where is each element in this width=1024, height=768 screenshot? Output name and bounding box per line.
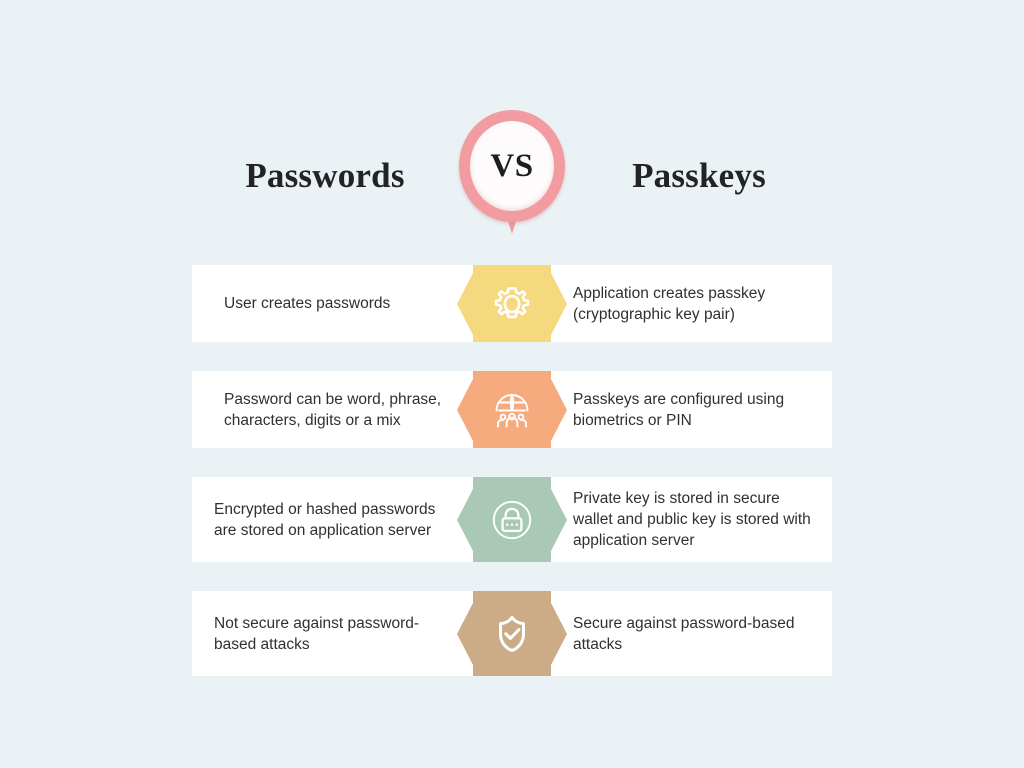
row-right-cell: Private key is stored in secure wallet a… bbox=[551, 477, 832, 562]
row-left-cell: User creates passwords bbox=[192, 265, 473, 342]
row-left-text: Encrypted or hashed passwords are stored… bbox=[214, 500, 436, 539]
vs-badge-label: VS bbox=[470, 121, 554, 211]
row-badge-slot bbox=[457, 591, 567, 676]
row-left-cell: Encrypted or hashed passwords are stored… bbox=[192, 477, 473, 562]
row-right-cell: Secure against password-based attacks bbox=[551, 591, 832, 676]
globe-people-icon bbox=[490, 388, 534, 432]
row-badge-slot bbox=[457, 477, 567, 562]
left-column-title: Passwords bbox=[245, 155, 405, 195]
table-row: User creates passwords Application creat… bbox=[192, 265, 832, 342]
row-badge bbox=[457, 591, 567, 676]
badge-left-notch bbox=[457, 378, 473, 441]
badge-right-arrow bbox=[551, 602, 567, 665]
badge-right-arrow bbox=[551, 272, 567, 335]
shield-check-icon bbox=[490, 612, 534, 656]
row-right-cell: Application creates passkey (cryptograph… bbox=[551, 265, 832, 342]
right-column-title: Passkeys bbox=[632, 155, 766, 195]
table-row: Encrypted or hashed passwords are stored… bbox=[192, 477, 832, 562]
table-row: Not secure against password-based attack… bbox=[192, 591, 832, 676]
row-left-cell: Not secure against password-based attack… bbox=[192, 591, 473, 676]
table-row: Password can be word, phrase, characters… bbox=[192, 371, 832, 448]
row-right-cell: Passkeys are configured using biometrics… bbox=[551, 371, 832, 448]
row-badge bbox=[457, 371, 567, 448]
badge-left-notch bbox=[457, 602, 473, 665]
row-right-text: Application creates passkey (cryptograph… bbox=[573, 284, 766, 323]
badge-left-notch bbox=[457, 272, 473, 335]
row-badge-slot bbox=[457, 265, 567, 342]
row-right-text: Secure against password-based attacks bbox=[573, 614, 795, 653]
comparison-header: Passwords VS Passkeys bbox=[192, 108, 832, 243]
row-badge bbox=[457, 265, 567, 342]
badge-left-notch bbox=[457, 488, 473, 551]
passwords-vs-passkeys-infographic: Passwords VS Passkeys User creates passw… bbox=[0, 0, 1024, 768]
badge-right-arrow bbox=[551, 378, 567, 441]
vs-badge: VS bbox=[457, 108, 567, 243]
row-left-text: Password can be word, phrase, characters… bbox=[224, 390, 442, 429]
row-left-text: User creates passwords bbox=[224, 295, 391, 312]
lock-circle-icon bbox=[490, 498, 534, 542]
comparison-rows: User creates passwords Application creat… bbox=[192, 265, 832, 676]
row-left-text: Not secure against password-based attack… bbox=[214, 614, 420, 653]
row-badge-slot bbox=[457, 371, 567, 448]
row-left-cell: Password can be word, phrase, characters… bbox=[192, 371, 473, 448]
gear-icon bbox=[490, 282, 534, 326]
row-badge bbox=[457, 477, 567, 562]
badge-right-arrow bbox=[551, 488, 567, 551]
row-right-text: Passkeys are configured using biometrics… bbox=[573, 390, 785, 429]
row-right-text: Private key is stored in secure wallet a… bbox=[573, 490, 811, 549]
